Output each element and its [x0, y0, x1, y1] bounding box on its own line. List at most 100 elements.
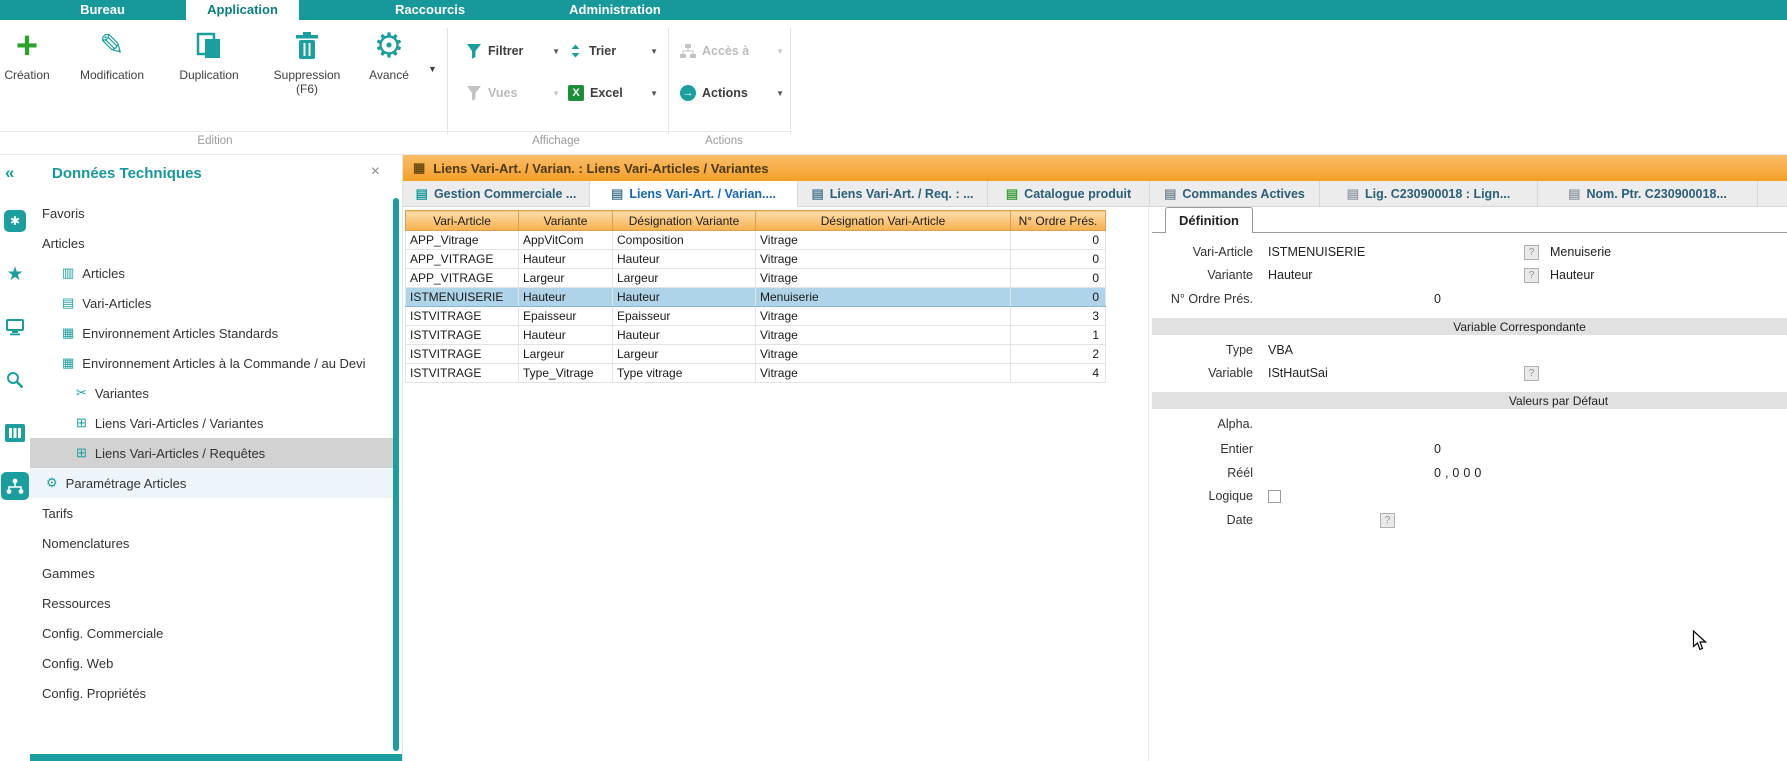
- help-button[interactable]: ?: [1524, 268, 1539, 283]
- menu-tab-application[interactable]: Application: [186, 0, 299, 20]
- tab-lig-c230900018[interactable]: ▤ Lig. C230900018 : Lign...: [1320, 181, 1538, 206]
- menu-tab-bureau[interactable]: Bureau: [55, 0, 150, 20]
- sidebar-item-env-articles-standards[interactable]: ▦ Environnement Articles Standards: [30, 318, 394, 348]
- sidebar-item-liens-variantes[interactable]: ⊞ Liens Vari-Articles / Variantes: [30, 408, 394, 438]
- logique-checkbox[interactable]: [1268, 490, 1281, 503]
- cell[interactable]: Vitrage: [756, 326, 1011, 345]
- cell[interactable]: 0: [1011, 288, 1106, 307]
- type-value[interactable]: VBA: [1268, 343, 1293, 357]
- table-row-selected[interactable]: ISTMENUISERIE Hauteur Hauteur Menuiserie…: [406, 288, 1106, 307]
- ordre-value[interactable]: 0: [1434, 292, 1441, 306]
- search-module-icon[interactable]: [1, 366, 29, 394]
- sidebar-item-liens-requetes[interactable]: ⊞ Liens Vari-Articles / Requêtes: [30, 438, 394, 468]
- cell[interactable]: Vitrage: [756, 364, 1011, 383]
- duplication-button[interactable]: Duplication: [166, 26, 252, 82]
- cell[interactable]: Vitrage: [756, 231, 1011, 250]
- table-row[interactable]: APP_VITRAGE Hauteur Hauteur Vitrage 0: [406, 250, 1106, 269]
- cell[interactable]: ISTVITRAGE: [406, 307, 519, 326]
- sidebar-item-parametrage-articles[interactable]: ⚙ Paramétrage Articles: [30, 468, 394, 498]
- menu-tab-administration[interactable]: Administration: [555, 0, 675, 20]
- cell[interactable]: Hauteur: [519, 288, 613, 307]
- sidebar-item-vari-articles[interactable]: ▤ Vari-Articles: [30, 288, 394, 318]
- table-row[interactable]: ISTVITRAGE Type_Vitrage Type vitrage Vit…: [406, 364, 1106, 383]
- cell[interactable]: 4: [1011, 364, 1106, 383]
- cell[interactable]: ISTVITRAGE: [406, 345, 519, 364]
- tab-commandes-actives[interactable]: ▤ Commandes Actives: [1150, 181, 1320, 206]
- column-header[interactable]: Désignation Vari-Article: [756, 211, 1011, 231]
- cell[interactable]: Menuiserie: [756, 288, 1011, 307]
- cell[interactable]: 1: [1011, 326, 1106, 345]
- cell[interactable]: 0: [1011, 269, 1106, 288]
- cell[interactable]: Vitrage: [756, 250, 1011, 269]
- vari-article-value[interactable]: ISTMENUISERIE: [1268, 245, 1365, 259]
- sidebar-item-gammes[interactable]: Gammes: [30, 558, 394, 588]
- variante-value[interactable]: Hauteur: [1268, 268, 1312, 282]
- cell[interactable]: Type_Vitrage: [519, 364, 613, 383]
- cell[interactable]: 0: [1011, 231, 1106, 250]
- tab-catalogue-produit[interactable]: ▤ Catalogue produit: [988, 181, 1150, 206]
- sidebar-item-favoris[interactable]: Favoris: [30, 198, 394, 228]
- cell[interactable]: Epaisseur: [613, 307, 756, 326]
- cell[interactable]: Vitrage: [756, 269, 1011, 288]
- favorites-star-icon[interactable]: ★: [1, 260, 29, 288]
- close-icon[interactable]: ×: [371, 163, 380, 181]
- cell[interactable]: Hauteur: [613, 250, 756, 269]
- cell[interactable]: Hauteur: [613, 326, 756, 345]
- column-header[interactable]: Vari-Article: [406, 211, 519, 231]
- cell[interactable]: Hauteur: [519, 250, 613, 269]
- sidebar-item-articles-group[interactable]: Articles: [30, 228, 394, 258]
- avance-dropdown-caret-icon[interactable]: ▼: [428, 64, 437, 74]
- cell[interactable]: ISTVITRAGE: [406, 364, 519, 383]
- cell[interactable]: Largeur: [519, 269, 613, 288]
- sidebar-item-config-web[interactable]: Config. Web: [30, 648, 394, 678]
- sidebar-item-env-articles-commande[interactable]: ▦ Environnement Articles à la Commande /…: [30, 348, 394, 378]
- sidebar-item-articles[interactable]: ▥ Articles: [30, 258, 394, 288]
- cell[interactable]: ISTVITRAGE: [406, 326, 519, 345]
- suppression-button[interactable]: Suppression (F6): [262, 26, 352, 96]
- tab-gestion-commerciale[interactable]: ▤ Gestion Commerciale ...: [403, 181, 590, 206]
- table-row[interactable]: ISTVITRAGE Hauteur Hauteur Vitrage 1: [406, 326, 1106, 345]
- table-row[interactable]: ISTVITRAGE Largeur Largeur Vitrage 2: [406, 345, 1106, 364]
- cell[interactable]: Largeur: [613, 345, 756, 364]
- cell[interactable]: ISTMENUISERIE: [406, 288, 519, 307]
- table-row[interactable]: APP_Vitrage AppVitCom Composition Vitrag…: [406, 231, 1106, 250]
- creation-button[interactable]: + Création: [0, 26, 56, 82]
- help-button[interactable]: ?: [1524, 366, 1539, 381]
- sidebar-item-tarifs[interactable]: Tarifs: [30, 498, 394, 528]
- cell[interactable]: APP_VITRAGE: [406, 269, 519, 288]
- cell[interactable]: APP_VITRAGE: [406, 250, 519, 269]
- actions-button[interactable]: → Actions ▼: [680, 82, 784, 104]
- column-header[interactable]: Variante: [519, 211, 613, 231]
- table-row[interactable]: APP_VITRAGE Largeur Largeur Vitrage 0: [406, 269, 1106, 288]
- cell[interactable]: 0: [1011, 250, 1106, 269]
- cell[interactable]: Composition: [613, 231, 756, 250]
- sidebar-item-config-commerciale[interactable]: Config. Commerciale: [30, 618, 394, 648]
- tab-liens-vari-art-requetes[interactable]: ▤ Liens Vari-Art. / Req. : ...: [798, 181, 988, 206]
- cell[interactable]: Hauteur: [613, 288, 756, 307]
- excel-button[interactable]: X Excel ▼: [568, 82, 658, 104]
- avance-button[interactable]: ⚙ Avancé: [356, 26, 422, 82]
- cell[interactable]: APP_Vitrage: [406, 231, 519, 250]
- column-header[interactable]: N° Ordre Prés.: [1011, 211, 1106, 231]
- workstation-icon[interactable]: [1, 313, 29, 341]
- modules-icon[interactable]: ✱: [1, 207, 29, 235]
- menu-tab-raccourcis[interactable]: Raccourcis: [380, 0, 480, 20]
- cell[interactable]: AppVitCom: [519, 231, 613, 250]
- sidebar-item-nomenclatures[interactable]: Nomenclatures: [30, 528, 394, 558]
- cell[interactable]: Hauteur: [519, 326, 613, 345]
- cell[interactable]: Vitrage: [756, 345, 1011, 364]
- cell[interactable]: Type vitrage: [613, 364, 756, 383]
- vues-button[interactable]: Vues ▼: [466, 82, 560, 104]
- filtrer-button[interactable]: Filtrer ▼: [466, 40, 560, 62]
- cell[interactable]: 2: [1011, 345, 1106, 364]
- collapse-sidebar-icon[interactable]: «: [5, 163, 14, 183]
- sidebar-item-config-proprietes[interactable]: Config. Propriétés: [30, 678, 394, 708]
- variable-value[interactable]: IStHautSai: [1268, 366, 1328, 380]
- trier-button[interactable]: Trier ▼: [568, 40, 658, 62]
- acces-a-button[interactable]: Accès à ▼: [680, 40, 784, 62]
- cell[interactable]: Vitrage: [756, 307, 1011, 326]
- help-button[interactable]: ?: [1524, 245, 1539, 260]
- modification-button[interactable]: ✎ Modification: [68, 26, 156, 82]
- sidebar-item-ressources[interactable]: Ressources: [30, 588, 394, 618]
- entier-value[interactable]: 0: [1434, 442, 1441, 456]
